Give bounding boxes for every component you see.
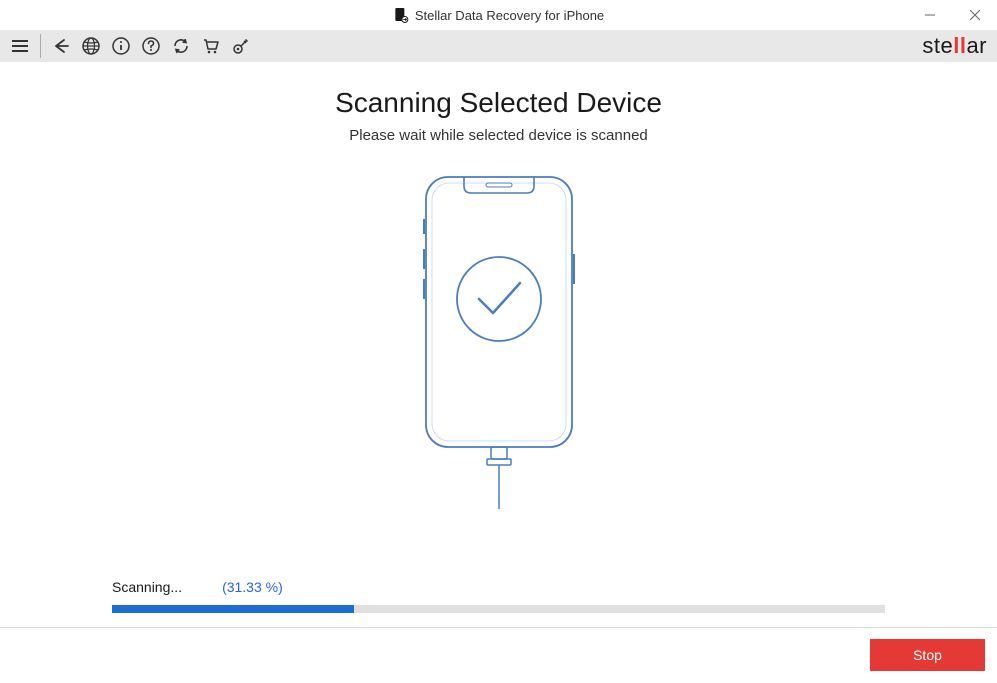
globe-icon[interactable] bbox=[77, 32, 105, 60]
scanning-status-label: Scanning... bbox=[112, 579, 182, 595]
toolbar-divider bbox=[40, 34, 41, 58]
back-icon[interactable] bbox=[47, 32, 75, 60]
titlebar: Stellar Data Recovery for iPhone bbox=[0, 0, 997, 30]
help-icon[interactable] bbox=[137, 32, 165, 60]
titlebar-center: Stellar Data Recovery for iPhone bbox=[393, 7, 604, 23]
page-subtitle: Please wait while selected device is sca… bbox=[0, 127, 997, 144]
stop-button[interactable]: Stop bbox=[870, 639, 985, 671]
progress-bar bbox=[112, 605, 885, 613]
progress-percent-label: (31.33 %) bbox=[222, 579, 283, 595]
info-icon[interactable] bbox=[107, 32, 135, 60]
toolbar-group bbox=[6, 32, 255, 60]
key-icon[interactable] bbox=[227, 32, 255, 60]
window-controls bbox=[907, 0, 997, 30]
progress-labels: Scanning... (31.33 %) bbox=[112, 579, 885, 595]
toolbar: stellar bbox=[0, 30, 997, 62]
window-title: Stellar Data Recovery for iPhone bbox=[415, 8, 604, 23]
progress-section: Scanning... (31.33 %) bbox=[112, 579, 885, 613]
brand-logo: stellar bbox=[922, 33, 987, 59]
bottom-divider bbox=[0, 627, 997, 628]
progress-fill bbox=[112, 605, 354, 613]
menu-icon[interactable] bbox=[6, 32, 34, 60]
app-icon bbox=[393, 7, 409, 23]
minimize-button[interactable] bbox=[907, 0, 952, 30]
close-button[interactable] bbox=[952, 0, 997, 30]
phone-illustration bbox=[0, 169, 997, 509]
cart-icon[interactable] bbox=[197, 32, 225, 60]
refresh-icon[interactable] bbox=[167, 32, 195, 60]
page-title: Scanning Selected Device bbox=[0, 87, 997, 119]
main-content: Scanning Selected Device Please wait whi… bbox=[0, 62, 997, 509]
